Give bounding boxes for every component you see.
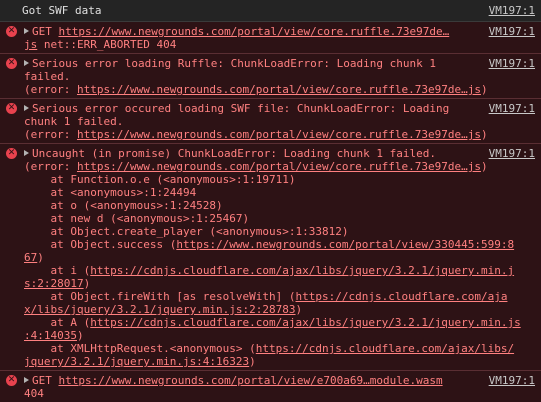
error-message-line: at Object.fireWith [as resolveWith] (htt… (24, 290, 508, 303)
error-message-line: 67) (24, 251, 44, 264)
error-message-line: Uncaught (in promise) ChunkLoadError: Lo… (24, 147, 541, 160)
error-message-line: GET https://www.newgrounds.com/portal/vi… (24, 374, 541, 387)
error-message-line: at i (https://cdnjs.cloudflare.com/ajax/… (24, 264, 515, 277)
console-error-entry[interactable]: ✕ GET https://www.newgrounds.com/portal/v… (0, 22, 541, 54)
console-error-list: ✕ GET https://www.newgrounds.com/portal/v… (0, 22, 541, 402)
console-log-row: Got SWF data VM197:1 (0, 0, 541, 22)
error-message-line: Serious error loading Ruffle: ChunkLoadE… (24, 57, 541, 70)
error-message-line: :4:14035) (24, 329, 84, 342)
error-message-line: (error: https://www.newgrounds.com/porta… (24, 128, 488, 141)
error-source-link[interactable]: VM197:1 (484, 25, 535, 38)
error-circle-icon: ✕ (6, 375, 17, 386)
error-url-link[interactable]: https://cdnjs.cloudflare.com/ajax/libs/j… (90, 316, 520, 329)
error-message-line: at Object.create_player (<anonymous>:1:3… (24, 225, 349, 238)
error-url-link[interactable]: :4:14035 (24, 329, 77, 342)
error-source-link[interactable]: VM197:1 (484, 374, 535, 387)
error-source-link[interactable]: VM197:1 (484, 102, 535, 115)
error-message-line: GET https://www.newgrounds.com/portal/vi… (24, 25, 541, 38)
console-panel: Got SWF data VM197:1 ✕ GET https://www.ne… (0, 0, 541, 402)
error-url-link[interactable]: https://www.newgrounds.com/portal/view/3… (176, 238, 514, 251)
disclosure-triangle-icon[interactable] (24, 150, 29, 156)
log-message: Got SWF data (22, 4, 102, 17)
error-url-link[interactable]: js (24, 38, 37, 51)
error-url-link[interactable]: https://www.newgrounds.com/portal/view/c… (77, 160, 481, 173)
error-message-line: x/libs/jquery/3.2.1/jquery.min.js:2:2878… (24, 303, 303, 316)
error-message-line: chunk 1 failed. (24, 115, 124, 128)
error-circle-icon: ✕ (6, 58, 17, 69)
console-error-entry[interactable]: ✕ Serious error occured loading SWF file:… (0, 99, 541, 144)
error-url-link[interactable]: jquery/3.2.1/jquery.min.js:4:16323 (24, 355, 249, 368)
error-message-line: Serious error occured loading SWF file: … (24, 102, 541, 115)
error-circle-icon: ✕ (6, 148, 17, 159)
error-circle-icon: ✕ (6, 103, 17, 114)
error-message-line: at Function.o.e (<anonymous>:1:19711) (24, 173, 296, 186)
error-message-line: at A (https://cdnjs.cloudflare.com/ajax/… (24, 316, 521, 329)
disclosure-triangle-icon[interactable] (24, 105, 29, 111)
disclosure-triangle-icon[interactable] (24, 60, 29, 66)
error-message-line: at new d (<anonymous>:1:25467) (24, 212, 250, 225)
error-url-link[interactable]: x/libs/jquery/3.2.1/jquery.min.js:2:2878… (24, 303, 296, 316)
error-message-line: failed. (24, 70, 71, 83)
console-error-entry[interactable]: ✕ Uncaught (in promise) ChunkLoadError: L… (0, 144, 541, 371)
error-url-link[interactable]: 67 (24, 251, 37, 264)
disclosure-triangle-icon[interactable] (24, 377, 29, 383)
disclosure-triangle-icon[interactable] (24, 28, 29, 34)
error-message-line: (error: https://www.newgrounds.com/porta… (24, 83, 488, 96)
error-message-line: js net::ERR_ABORTED 404 (24, 38, 177, 51)
error-url-link[interactable]: https://cdnjs.cloudflare.com/ajax/libs/ (256, 342, 514, 355)
error-message-line: jquery/3.2.1/jquery.min.js:4:16323) (24, 355, 256, 368)
error-message-line: (error: https://www.newgrounds.com/porta… (24, 160, 488, 173)
error-source-link[interactable]: VM197:1 (484, 57, 535, 70)
error-message-line: 404 (24, 387, 44, 400)
error-url-link[interactable]: https://www.newgrounds.com/portal/view/e… (59, 374, 443, 387)
log-source-link[interactable]: VM197:1 (484, 4, 535, 17)
error-message-line: at <anonymous>:1:24494 (24, 186, 197, 199)
console-error-entry[interactable]: ✕ Serious error loading Ruffle: ChunkLoad… (0, 54, 541, 99)
error-source-link[interactable]: VM197:1 (484, 147, 535, 160)
console-error-entry[interactable]: ✕ GET https://www.newgrounds.com/portal/v… (0, 371, 541, 402)
error-url-link[interactable]: s:2:28017 (24, 277, 84, 290)
error-message-line: at o (<anonymous>:1:24528) (24, 199, 223, 212)
error-message-line: at XMLHttpRequest.<anonymous> (https://c… (24, 342, 515, 355)
error-url-link[interactable]: https://www.newgrounds.com/portal/view/c… (59, 25, 450, 38)
error-url-link[interactable]: https://www.newgrounds.com/portal/view/c… (77, 83, 481, 96)
error-url-link[interactable]: https://www.newgrounds.com/portal/view/c… (77, 128, 481, 141)
error-url-link[interactable]: https://cdnjs.cloudflare.com/ajax/libs/j… (90, 264, 514, 277)
error-url-link[interactable]: https://cdnjs.cloudflare.com/aja (296, 290, 508, 303)
error-message-line: at Object.success (https://www.newground… (24, 238, 515, 251)
error-message-line: s:2:28017) (24, 277, 91, 290)
error-circle-icon: ✕ (6, 26, 17, 37)
